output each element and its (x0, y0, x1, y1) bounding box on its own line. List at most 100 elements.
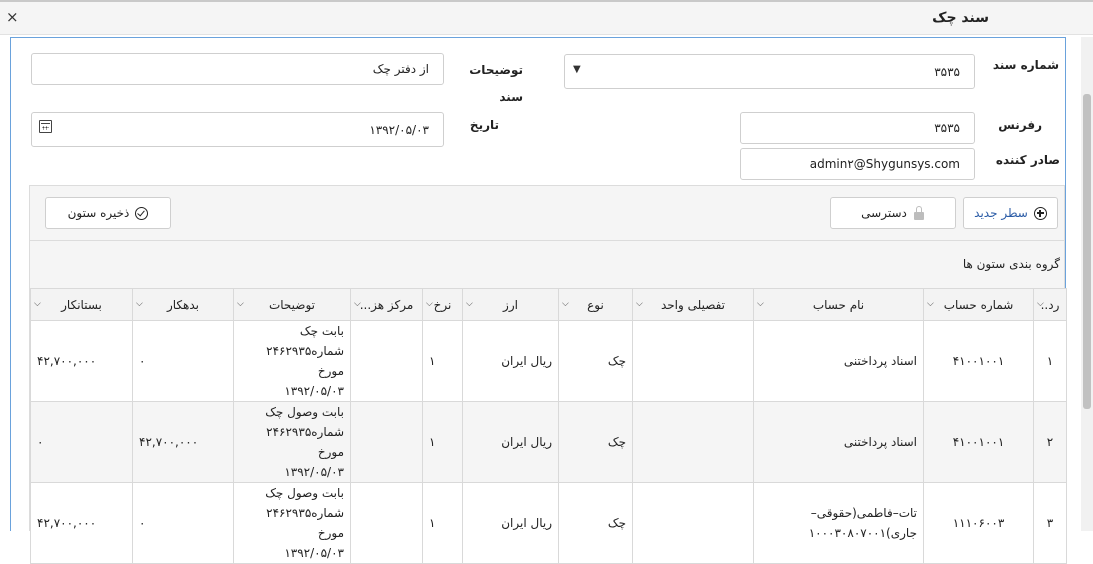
cell-debit[interactable]: ۰ (132, 482, 234, 564)
description-line: شماره۲۴۶۲۹۳۵ مورخ (266, 506, 344, 540)
date-input[interactable]: ۱۳۹۲/۰۵/۰۳ (31, 112, 444, 147)
description-line: ۱۳۹۲/۰۵/۰۳ (284, 546, 344, 560)
cell-cost-center[interactable] (350, 401, 423, 483)
table-row[interactable]: ۱ ۴۱۰۰۱۰۰۱ اسناد پرداختنی چک ریال ایران … (30, 320, 1067, 402)
cell-row-number[interactable]: ۱ (1033, 320, 1067, 402)
col-header-debit[interactable]: بدهکار ⌵ (132, 288, 234, 321)
description-line: بابت وصول چک (265, 486, 344, 500)
col-header-rate[interactable]: نرخ ⌵ (422, 288, 463, 321)
cell-currency[interactable]: ریال ایران (462, 401, 559, 483)
chevron-down-icon: ⌵ (354, 299, 361, 309)
window-title: سند چک (932, 10, 989, 26)
lock-icon (913, 206, 925, 220)
table-row[interactable]: ۳ ۱۱۱۰۶۰۰۳ تات–فاطمی(حقوقی–جاری)۱۰۰۰۳۰۸۰… (30, 482, 1067, 564)
doc-number-label: شماره سند (992, 58, 1059, 72)
col-header-description[interactable]: توضیحات ⌵ (233, 288, 351, 321)
check-circle-icon (135, 206, 149, 220)
cell-debit[interactable]: ۰ (132, 320, 234, 402)
description-line: بابت وصول چک (265, 405, 344, 419)
journal-table: رد.. ⌵ شماره حساب ⌵ نام حساب ⌵ تفصیلی واحد ⌵… (30, 288, 1067, 564)
access-button[interactable]: دسترسی (830, 197, 956, 229)
cell-unit-detail[interactable] (632, 401, 754, 483)
cell-cost-center[interactable] (350, 320, 423, 402)
close-icon[interactable]: × (6, 9, 19, 25)
chevron-down-icon: ⌵ (34, 299, 41, 309)
col-header-type[interactable]: نوع ⌵ (558, 288, 633, 321)
issuer-value: admin۲@Shygunsys.com (809, 157, 960, 171)
cell-account-name[interactable]: اسناد پرداختنی (753, 320, 924, 402)
col-header-cost-center[interactable]: مرکز هز... ⌵ (350, 288, 423, 321)
cell-debit[interactable]: ۴۲,۷۰۰,۰۰۰ (132, 401, 234, 483)
save-columns-button[interactable]: ذخیره ستون (45, 197, 171, 229)
cell-credit[interactable]: ۰ (30, 401, 133, 483)
cell-rate[interactable]: ۱ (422, 482, 463, 564)
description-line: ۱۳۹۲/۰۵/۰۳ (284, 465, 344, 479)
header-row: رد.. ⌵ شماره حساب ⌵ نام حساب ⌵ تفصیلی واحد ⌵… (30, 288, 1067, 321)
cell-currency[interactable]: ریال ایران (462, 482, 559, 564)
description-line: شماره۲۴۶۲۹۳۵ مورخ (266, 425, 344, 459)
cell-cost-center[interactable] (350, 482, 423, 564)
description-line: شماره۲۴۶۲۹۳۵ مورخ (266, 344, 344, 378)
cell-rate[interactable]: ۱ (422, 320, 463, 402)
cell-currency[interactable]: ریال ایران (462, 320, 559, 402)
new-row-label: سطر جدید (974, 206, 1028, 220)
title-bar: × سند چک (0, 2, 1093, 35)
cell-row-number[interactable]: ۲ (1033, 401, 1067, 483)
description-input[interactable]: از دفتر چک (31, 53, 444, 85)
cell-account-name[interactable]: تات–فاطمی(حقوقی–جاری)۱۰۰۰۳۰۸۰۷۰۰۱ (753, 482, 924, 564)
cell-account-number[interactable]: ۴۱۰۰۱۰۰۱ (923, 320, 1034, 402)
cell-account-name[interactable]: اسناد پرداختنی (753, 401, 924, 483)
date-label: تاریخ (469, 118, 499, 132)
issuer-label: صادر کننده (995, 153, 1060, 167)
cell-description[interactable]: بابت وصول چک شماره۲۴۶۲۹۳۵ مورخ ۱۳۹۲/۰۵/۰… (233, 482, 351, 564)
description-label: توضیحات سند (469, 63, 523, 104)
grid-toolbar: سطر جدید دسترسی ذخیره ستون (30, 186, 1064, 241)
col-header-account-number[interactable]: شماره حساب ⌵ (923, 288, 1034, 321)
chevron-down-icon: ⌵ (466, 299, 473, 309)
cell-account-number[interactable]: ۴۱۰۰۱۰۰۱ (923, 401, 1034, 483)
cell-rate[interactable]: ۱ (422, 401, 463, 483)
doc-number-select[interactable]: ۳۵۳۵ ▼ (564, 54, 975, 89)
cell-unit-detail[interactable] (632, 320, 754, 402)
date-value: ۱۳۹۲/۰۵/۰۳ (369, 122, 429, 137)
scrollbar-thumb[interactable] (1083, 94, 1091, 409)
cell-unit-detail[interactable] (632, 482, 754, 564)
new-row-button[interactable]: سطر جدید (963, 197, 1058, 229)
issuer-input[interactable]: admin۲@Shygunsys.com (740, 148, 975, 180)
chevron-down-icon: ⌵ (927, 299, 934, 309)
chevron-down-icon: ⌵ (237, 299, 244, 309)
description-line: بابت چک (299, 324, 344, 338)
cell-description[interactable]: بابت چک شماره۲۴۶۲۹۳۵ مورخ ۱۳۹۲/۰۵/۰۳ (233, 320, 351, 402)
group-by-area[interactable]: گروه بندی ستون ها (963, 257, 1060, 271)
cell-type[interactable]: چک (558, 482, 633, 564)
cell-type[interactable]: چک (558, 401, 633, 483)
access-label: دسترسی (861, 206, 907, 220)
chevron-down-icon: ⌵ (562, 299, 569, 309)
doc-number-value: ۳۵۳۵ (934, 64, 960, 79)
col-header-unit-detail[interactable]: تفصیلی واحد ⌵ (632, 288, 754, 321)
vertical-scrollbar[interactable] (1081, 37, 1093, 531)
col-header-account-name[interactable]: نام حساب ⌵ (753, 288, 924, 321)
description-line: ۱۳۹۲/۰۵/۰۳ (284, 384, 344, 398)
reference-input[interactable]: ۳۵۳۵ (740, 112, 975, 144)
table-row[interactable]: ۲ ۴۱۰۰۱۰۰۱ اسناد پرداختنی چک ریال ایران … (30, 401, 1067, 483)
chevron-down-icon: ⌵ (1037, 299, 1044, 309)
cell-account-number[interactable]: ۱۱۱۰۶۰۰۳ (923, 482, 1034, 564)
chevron-down-icon: ⌵ (757, 299, 764, 309)
col-header-row-number[interactable]: رد.. ⌵ (1033, 288, 1067, 321)
chevron-down-icon: ⌵ (426, 299, 433, 309)
cell-credit[interactable]: ۴۲,۷۰۰,۰۰۰ (30, 482, 133, 564)
cell-row-number[interactable]: ۳ (1033, 482, 1067, 564)
save-columns-label: ذخیره ستون (67, 206, 130, 220)
cell-type[interactable]: چک (558, 320, 633, 402)
add-circle-icon (1033, 206, 1047, 220)
journal-grid: سطر جدید دسترسی ذخیره ستون گروه بندی ستو… (29, 185, 1067, 564)
cell-description[interactable]: بابت وصول چک شماره۲۴۶۲۹۳۵ مورخ ۱۳۹۲/۰۵/۰… (233, 401, 351, 483)
dropdown-arrow-icon[interactable]: ▼ (573, 64, 581, 75)
description-value: از دفتر چک (372, 62, 429, 76)
cell-credit[interactable]: ۴۲,۷۰۰,۰۰۰ (30, 320, 133, 402)
calendar-icon[interactable] (39, 120, 52, 133)
col-header-currency[interactable]: ارز ⌵ (462, 288, 559, 321)
col-header-credit[interactable]: بستانکار ⌵ (30, 288, 133, 321)
reference-value: ۳۵۳۵ (934, 121, 960, 135)
